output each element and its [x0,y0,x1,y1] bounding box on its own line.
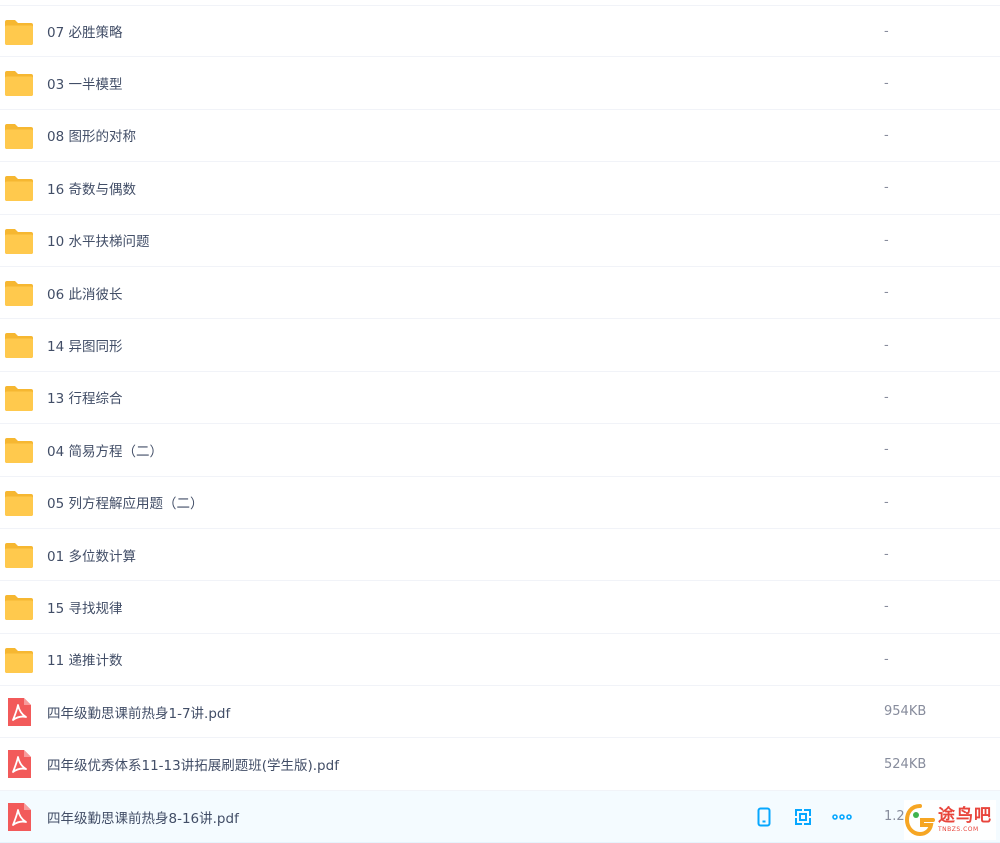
file-list: 07 必胜策略 - 03 一半模型 - 08 图形的对称 - 16 奇数与偶数 - 10… [0,5,1000,843]
watermark-logo-icon [904,804,935,837]
file-size: - [884,599,889,615]
pdf-icon [4,750,34,779]
watermark-domain: TNBZS.COM [938,825,979,833]
file-size: - [884,75,889,91]
file-size: - [884,547,889,563]
folder-icon [4,384,34,412]
file-size: - [884,337,889,353]
file-size: - [884,494,889,510]
file-row[interactable]: 四年级勤思课前热身8-16讲.pdf 1.2 [0,790,1000,843]
folder-row[interactable]: 04 简易方程（二） - [0,424,1000,477]
pdf-icon [4,698,34,727]
folder-icon [4,122,34,150]
folder-row[interactable]: 15 寻找规律 - [0,581,1000,634]
folder-icon [4,593,34,621]
phone-icon[interactable] [754,807,774,827]
file-name[interactable]: 四年级勤思课前热身1-7讲.pdf [47,686,230,737]
folder-row[interactable]: 11 递推计数 - [0,634,1000,687]
folder-row[interactable]: 06 此消彼长 - [0,267,1000,320]
file-name[interactable]: 16 奇数与偶数 [47,162,136,213]
folder-row[interactable]: 03 一半模型 - [0,57,1000,110]
file-size: - [884,232,889,248]
file-name[interactable]: 14 异图同形 [47,319,122,370]
site-watermark: 途鸟吧 TNBZS.COM [904,800,996,840]
folder-row[interactable]: 07 必胜策略 - [0,5,1000,58]
folder-icon [4,646,34,674]
folder-icon [4,18,34,46]
file-size: 954KB [884,704,927,720]
folder-icon [4,331,34,359]
file-name[interactable]: 05 列方程解应用题（二） [47,477,203,528]
more-icon[interactable] [832,807,852,827]
file-name[interactable]: 01 多位数计算 [47,529,136,580]
folder-row[interactable]: 13 行程综合 - [0,372,1000,425]
file-size: - [884,651,889,667]
file-name[interactable]: 四年级勤思课前热身8-16讲.pdf [47,791,239,842]
file-name[interactable]: 15 寻找规律 [47,581,122,632]
folder-row[interactable]: 08 图形的对称 - [0,110,1000,163]
file-row[interactable]: 四年级勤思课前热身1-7讲.pdf 954KB [0,686,1000,739]
folder-row[interactable]: 01 多位数计算 - [0,529,1000,582]
folder-icon [4,279,34,307]
file-name[interactable]: 11 递推计数 [47,634,122,685]
folder-icon [4,227,34,255]
folder-icon [4,69,34,97]
folder-row[interactable]: 05 列方程解应用题（二） - [0,477,1000,529]
file-size: - [884,389,889,405]
folder-row[interactable]: 10 水平扶梯问题 - [0,215,1000,267]
file-row[interactable]: 四年级优秀体系11-13讲拓展刷题班(学生版).pdf 524KB [0,738,1000,791]
file-size: - [884,23,889,39]
file-name[interactable]: 10 水平扶梯问题 [47,215,149,266]
file-size: 524KB [884,756,927,772]
file-name[interactable]: 06 此消彼长 [47,267,122,318]
share-link-icon[interactable] [793,807,813,827]
folder-row[interactable]: 16 奇数与偶数 - [0,162,1000,215]
watermark-text: 途鸟吧 [938,805,992,826]
file-name[interactable]: 四年级优秀体系11-13讲拓展刷题班(学生版).pdf [47,738,339,789]
file-name[interactable]: 04 简易方程（二） [47,424,163,475]
pdf-icon [4,802,34,831]
file-size: - [884,180,889,196]
folder-row[interactable]: 14 异图同形 - [0,319,1000,372]
file-name[interactable]: 07 必胜策略 [47,6,122,56]
row-actions [754,791,852,842]
file-size: - [884,127,889,143]
folder-icon [4,489,34,517]
folder-icon [4,174,34,202]
file-name[interactable]: 13 行程综合 [47,372,122,423]
folder-icon [4,541,34,569]
file-size: - [884,442,889,458]
file-name[interactable]: 03 一半模型 [47,57,122,108]
file-name[interactable]: 08 图形的对称 [47,110,136,161]
folder-icon [4,436,34,464]
file-size: - [884,285,889,301]
file-size: 1.2 [884,809,905,825]
